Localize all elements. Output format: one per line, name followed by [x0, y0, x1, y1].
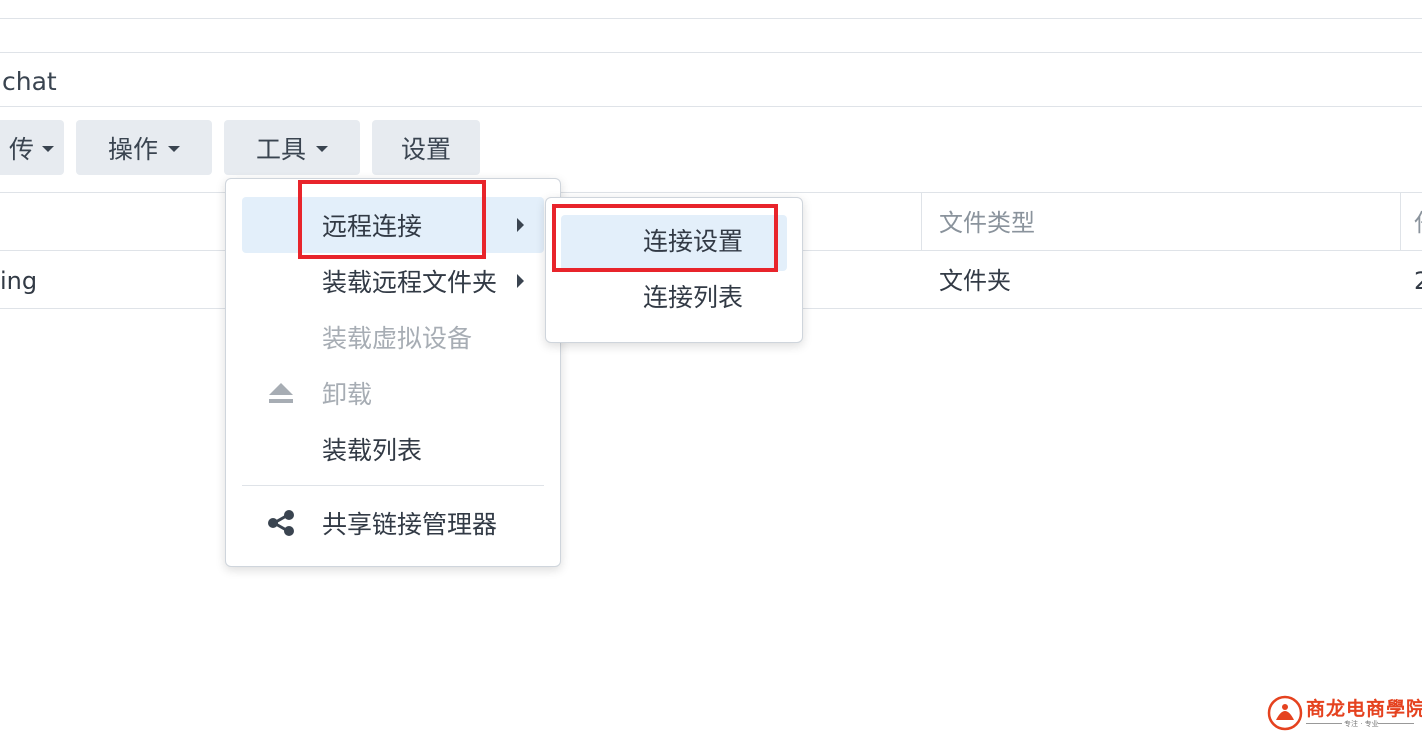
- chevron-down-icon: [42, 145, 54, 152]
- logo-tagline: 专注 · 专业: [1344, 720, 1379, 728]
- actions-button[interactable]: 操作: [76, 120, 212, 175]
- share-icon: [268, 510, 294, 536]
- submenu-item-connection-settings[interactable]: 连接设置: [561, 215, 787, 271]
- menu-item-mount-list[interactable]: 装载列表: [242, 421, 544, 477]
- menu-item-share-link-manager[interactable]: 共享链接管理器: [242, 495, 544, 551]
- menu-item-label: 卸载: [322, 380, 373, 409]
- chevron-down-icon: [316, 145, 328, 152]
- menu-item-label: 装载列表: [322, 436, 423, 465]
- chevron-down-icon: [168, 145, 180, 152]
- path-bar-top-border: [0, 52, 1422, 53]
- menu-item-label: 装载虚拟设备: [322, 324, 473, 353]
- submenu-arrow-icon: [517, 218, 524, 232]
- menu-item-unmount: 卸载: [242, 365, 544, 421]
- upload-button-label: 传: [8, 134, 34, 164]
- submenu-item-label: 连接设置: [643, 227, 744, 256]
- eject-icon: [269, 383, 293, 403]
- tools-button[interactable]: 工具: [224, 120, 360, 175]
- path-bar-bottom-border: [0, 106, 1422, 107]
- logo-title: 商龙电商學院: [1306, 698, 1422, 720]
- settings-button-label: 设置: [400, 134, 451, 164]
- menu-item-mount-virtual-device: 装载虚拟设备: [242, 309, 544, 365]
- column-separator: [921, 193, 922, 250]
- column-separator: [1400, 193, 1401, 250]
- next-cell: 2: [1414, 267, 1422, 295]
- menu-divider: [242, 485, 544, 486]
- file-name-cell: ing: [0, 267, 38, 295]
- upload-button[interactable]: 传: [0, 120, 64, 175]
- menu-item-remote-connection[interactable]: 远程连接: [242, 197, 544, 253]
- watermark-logo: 商龙电商學院 专注 · 专业: [1266, 692, 1422, 736]
- submenu-item-label: 连接列表: [643, 283, 744, 312]
- submenu-arrow-icon: [517, 274, 524, 288]
- top-divider: [0, 18, 1422, 19]
- settings-button[interactable]: 设置: [372, 120, 480, 175]
- tools-button-label: 工具: [255, 134, 306, 164]
- menu-item-label: 装载远程文件夹: [322, 268, 498, 297]
- actions-button-label: 操作: [107, 134, 158, 164]
- menu-item-label: 远程连接: [322, 212, 423, 241]
- file-type-cell: 文件夹: [939, 267, 1011, 295]
- logo-rule: [1378, 723, 1414, 724]
- submenu-item-connection-list[interactable]: 连接列表: [561, 271, 787, 327]
- path-input[interactable]: chat: [2, 66, 57, 98]
- table-header-top-border: [0, 192, 1422, 193]
- tools-dropdown-menu: 远程连接 装载远程文件夹 装载虚拟设备 卸载 装载列表 共享链接管理器: [225, 178, 561, 567]
- column-header-next[interactable]: 任: [1414, 207, 1422, 239]
- menu-item-mount-remote-folder[interactable]: 装载远程文件夹: [242, 253, 544, 309]
- logo-rule: [1306, 723, 1342, 724]
- logo-emblem-icon: [1267, 695, 1303, 731]
- column-header-file-type[interactable]: 文件类型: [939, 207, 1035, 239]
- menu-item-label: 共享链接管理器: [322, 510, 498, 539]
- remote-connection-submenu: 连接设置 连接列表: [545, 197, 803, 343]
